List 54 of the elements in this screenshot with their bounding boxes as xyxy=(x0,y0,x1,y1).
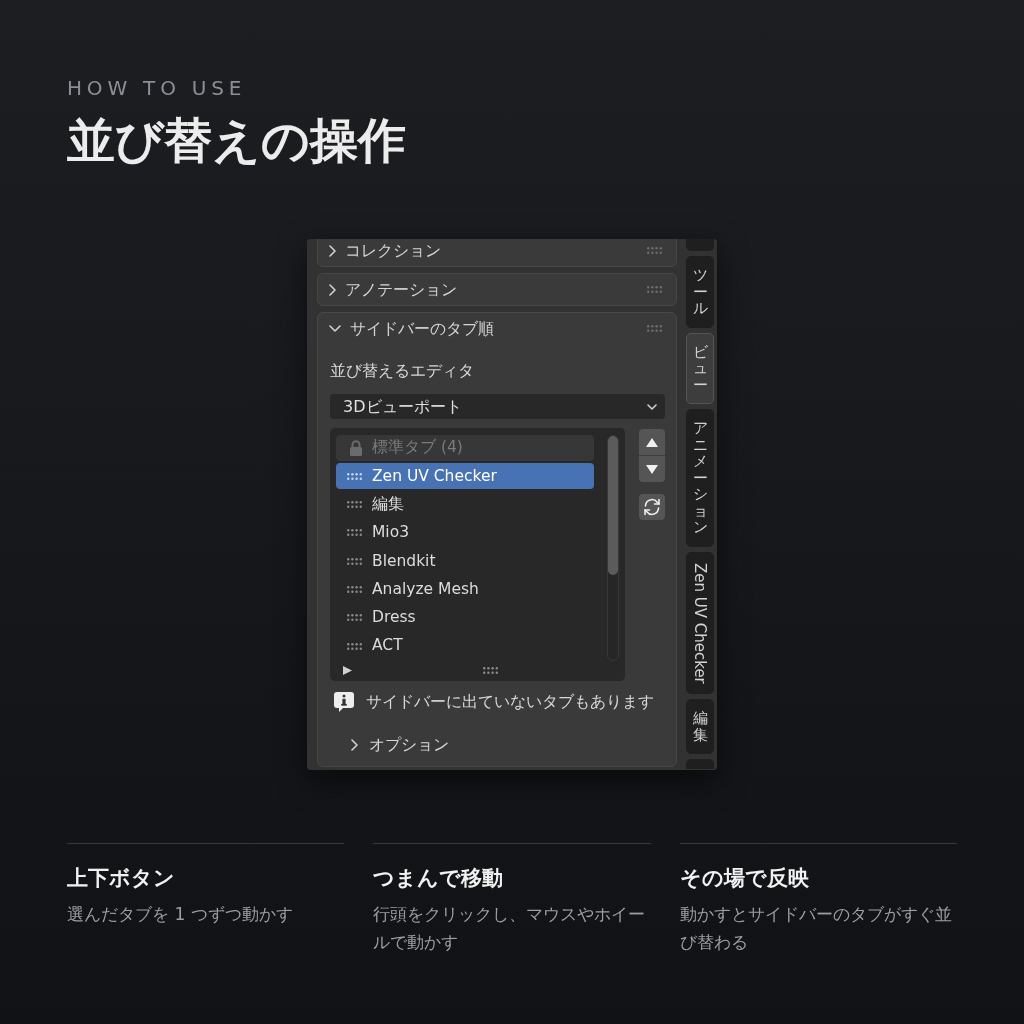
grip-icon[interactable] xyxy=(347,501,363,509)
triangle-icon[interactable] xyxy=(343,665,352,675)
section-title[interactable]: サイドバーのタブ順 xyxy=(350,316,494,341)
grip-icon[interactable] xyxy=(347,614,363,622)
scrollbar[interactable] xyxy=(607,435,619,661)
lock-icon xyxy=(349,440,363,456)
tab-list-row[interactable]: Dress xyxy=(336,604,594,631)
info-icon xyxy=(333,691,355,713)
resize-grip-icon[interactable] xyxy=(483,666,499,674)
sidebar-tab[interactable]: ビュー xyxy=(686,332,714,404)
eyebrow-text: HOW TO USE xyxy=(67,76,248,100)
tab-list-row[interactable]: Blendkit xyxy=(336,548,594,575)
feature-description: 選んだタブを 1 つずつ動かす xyxy=(67,903,294,926)
tab-list-row[interactable]: Mio3 xyxy=(336,519,594,546)
move-up-button[interactable] xyxy=(639,429,665,456)
move-down-button[interactable] xyxy=(639,456,665,482)
subsection-title[interactable]: オプション xyxy=(369,733,449,757)
field-label: 並び替えるエディタ xyxy=(330,360,475,382)
feature-title: その場で反映 xyxy=(679,865,810,892)
refresh-button[interactable] xyxy=(639,494,665,520)
grip-icon[interactable] xyxy=(347,557,363,565)
grip-icon[interactable] xyxy=(347,642,363,650)
sidebar-tab[interactable]: ツール xyxy=(686,256,714,328)
feature-description: 行頭をクリックし、マウスやホイールで動かす xyxy=(373,903,647,954)
grip-icon[interactable] xyxy=(647,286,663,293)
sidebar-tab[interactable]: Zen UV Checker xyxy=(686,551,714,695)
scrollbar-thumb[interactable] xyxy=(608,436,618,575)
chevron-icon[interactable] xyxy=(329,283,336,296)
sidebar-tab[interactable]: 編集 xyxy=(686,699,714,755)
editor-dropdown[interactable]: 3Dビューポート xyxy=(330,394,665,419)
grip-icon[interactable] xyxy=(347,472,363,480)
tab-list-row[interactable]: 編集 xyxy=(336,491,594,518)
caret-icon xyxy=(647,403,657,410)
section-title[interactable]: アノテーション xyxy=(345,277,457,302)
grip-icon[interactable] xyxy=(647,325,663,332)
feature-title: 上下ボタン xyxy=(67,865,176,892)
chevron-icon[interactable] xyxy=(351,739,358,751)
grip-icon[interactable] xyxy=(347,529,363,537)
chevron-icon[interactable] xyxy=(329,325,341,332)
feature-description: 動かすとサイドバーのタブがすぐ並び替わる xyxy=(679,903,953,954)
up-triangle-icon xyxy=(646,437,658,447)
grip-icon[interactable] xyxy=(347,586,363,593)
down-triangle-icon xyxy=(646,464,658,474)
refresh-icon xyxy=(643,498,661,516)
chevron-icon[interactable] xyxy=(329,244,336,257)
tab-list-row[interactable]: Analyze Mesh xyxy=(336,576,594,603)
notice-text: サイドバーに出ていないタブもあります xyxy=(366,691,654,713)
feature-title: つまんで移動 xyxy=(373,865,505,892)
page-title: 並び替えの操作 xyxy=(67,112,407,168)
sidebar-tab[interactable]: アニメーション xyxy=(686,409,714,547)
grip-icon[interactable] xyxy=(647,247,663,254)
section-title[interactable]: コレクション xyxy=(345,239,441,263)
tab-list-row[interactable]: ACT xyxy=(336,633,594,660)
tab-list-row[interactable]: Zen UV Checker xyxy=(336,463,594,490)
